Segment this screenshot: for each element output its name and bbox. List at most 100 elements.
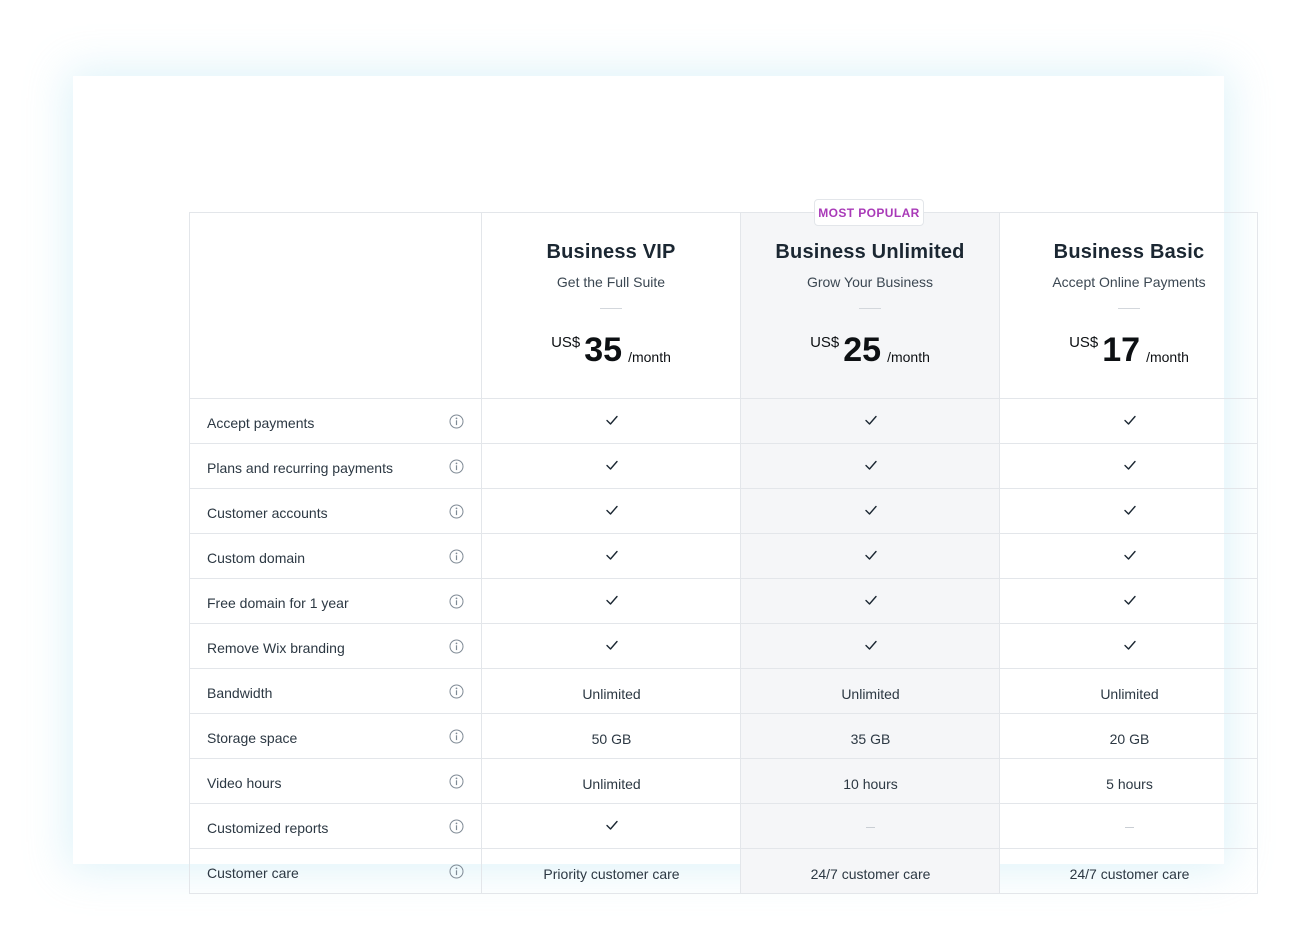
feature-cell-basic: 5 hours xyxy=(1000,759,1259,804)
plan-price: US$ 17 /month xyxy=(1000,331,1258,369)
plan-header-unlimited: Business Unlimited Grow Your Business US… xyxy=(741,213,999,398)
price-period: /month xyxy=(887,349,930,365)
feature-label: Remove Wix branding xyxy=(207,640,345,656)
feature-cell-vip xyxy=(482,399,741,444)
feature-value: 24/7 customer care xyxy=(810,865,931,882)
plan-header-basic: Business Basic Accept Online Payments US… xyxy=(1000,213,1258,398)
feature-cell-basic: 24/7 customer care xyxy=(1000,849,1259,894)
plan-tagline: Grow Your Business xyxy=(806,274,934,290)
feature-cell-basic xyxy=(1000,399,1259,444)
checkmark-icon xyxy=(605,639,619,655)
checkmark-icon xyxy=(1123,459,1137,475)
feature-label: Customer accounts xyxy=(207,505,328,521)
checkmark-icon xyxy=(605,819,619,835)
feature-row: Storage space 50 GB 35 GB 20 GB xyxy=(190,714,1257,759)
info-circle-icon[interactable] xyxy=(449,729,464,744)
feature-cell-unlimited: 35 GB xyxy=(741,714,1000,759)
plan-divider xyxy=(859,308,881,309)
checkmark-icon xyxy=(864,639,878,655)
info-circle-icon[interactable] xyxy=(449,414,464,429)
price-period: /month xyxy=(628,349,671,365)
feature-cell-unlimited xyxy=(741,804,1000,849)
feature-cell-vip: 50 GB xyxy=(482,714,741,759)
checkmark-icon xyxy=(1123,594,1137,610)
price-amount: 35 xyxy=(584,331,623,369)
checkmark-icon xyxy=(1123,504,1137,520)
feature-value: 50 GB xyxy=(591,730,632,747)
info-circle-icon[interactable] xyxy=(449,864,464,879)
feature-cell-unlimited: 24/7 customer care xyxy=(741,849,1000,894)
feature-cell-basic xyxy=(1000,579,1259,624)
info-circle-icon[interactable] xyxy=(449,594,464,609)
pricing-card: MOST POPULAR Business VIP Get the Full S… xyxy=(73,76,1258,894)
plan-name: Business VIP xyxy=(546,241,676,263)
feature-label: Video hours xyxy=(207,775,282,791)
feature-cell-vip xyxy=(482,579,741,624)
feature-value: 20 GB xyxy=(1109,730,1150,747)
plan-tagline: Accept Online Payments xyxy=(1052,274,1206,290)
checkmark-icon xyxy=(864,504,878,520)
checkmark-icon xyxy=(864,549,878,565)
checkmark-icon xyxy=(605,459,619,475)
feature-value: Unlimited xyxy=(582,775,641,792)
checkmark-icon xyxy=(864,459,878,475)
checkmark-icon xyxy=(1123,639,1137,655)
checkmark-icon xyxy=(1123,549,1137,565)
feature-cell-unlimited xyxy=(741,624,1000,669)
feature-row: Remove Wix branding xyxy=(190,624,1257,669)
info-circle-icon[interactable] xyxy=(449,639,464,654)
info-circle-icon[interactable] xyxy=(449,774,464,789)
feature-cell-unlimited xyxy=(741,534,1000,579)
checkmark-icon xyxy=(1123,414,1137,430)
feature-cell-basic xyxy=(1000,444,1259,489)
checkmark-icon xyxy=(605,504,619,520)
price-amount: 25 xyxy=(843,331,882,369)
feature-cell-vip xyxy=(482,444,741,489)
checkmark-icon xyxy=(864,594,878,610)
feature-label: Accept payments xyxy=(207,415,315,431)
feature-label: Free domain for 1 year xyxy=(207,595,349,611)
price-amount: 17 xyxy=(1102,331,1141,369)
dash-icon xyxy=(866,826,875,828)
feature-cell-unlimited xyxy=(741,579,1000,624)
dash-icon xyxy=(1125,826,1134,828)
checkmark-icon xyxy=(605,549,619,565)
info-circle-icon[interactable] xyxy=(449,459,464,474)
feature-cell-vip xyxy=(482,804,741,849)
plan-tagline: Get the Full Suite xyxy=(556,274,666,290)
feature-row: Bandwidth Unlimited Unlimited Unlimited xyxy=(190,669,1257,714)
feature-cell-basic xyxy=(1000,534,1259,579)
feature-label: Storage space xyxy=(207,730,298,746)
feature-value: Priority customer care xyxy=(543,865,680,882)
price-period: /month xyxy=(1146,349,1189,365)
plan-name: Business Unlimited xyxy=(775,241,965,263)
info-circle-icon[interactable] xyxy=(449,549,464,564)
info-circle-icon[interactable] xyxy=(449,819,464,834)
feature-cell-unlimited xyxy=(741,444,1000,489)
feature-cell-vip xyxy=(482,624,741,669)
feature-value: Unlimited xyxy=(1100,685,1159,702)
feature-cell-vip: Priority customer care xyxy=(482,849,741,894)
feature-label: Plans and recurring payments xyxy=(207,460,393,476)
price-currency: US$ xyxy=(551,334,581,351)
feature-cell-unlimited xyxy=(741,399,1000,444)
info-circle-icon[interactable] xyxy=(449,504,464,519)
feature-cell-unlimited xyxy=(741,489,1000,534)
plan-comparison-table: MOST POPULAR Business VIP Get the Full S… xyxy=(189,199,1259,894)
price-currency: US$ xyxy=(810,334,840,351)
feature-cell-basic xyxy=(1000,804,1259,849)
feature-row: Accept payments xyxy=(190,399,1257,444)
feature-row: Free domain for 1 year xyxy=(190,579,1257,624)
plan-divider xyxy=(1118,308,1140,309)
plan-price: US$ 35 /month xyxy=(482,331,740,369)
info-circle-icon[interactable] xyxy=(449,684,464,699)
plan-price: US$ 25 /month xyxy=(741,331,999,369)
feature-row: Customer care Priority customer care 24/7 … xyxy=(190,849,1257,894)
feature-value: 10 hours xyxy=(843,775,898,792)
feature-cell-basic: Unlimited xyxy=(1000,669,1259,714)
feature-cell-vip xyxy=(482,534,741,579)
feature-cell-unlimited: Unlimited xyxy=(741,669,1000,714)
feature-label: Bandwidth xyxy=(207,685,273,701)
feature-row: Customer accounts xyxy=(190,489,1257,534)
feature-value: 35 GB xyxy=(850,730,891,747)
